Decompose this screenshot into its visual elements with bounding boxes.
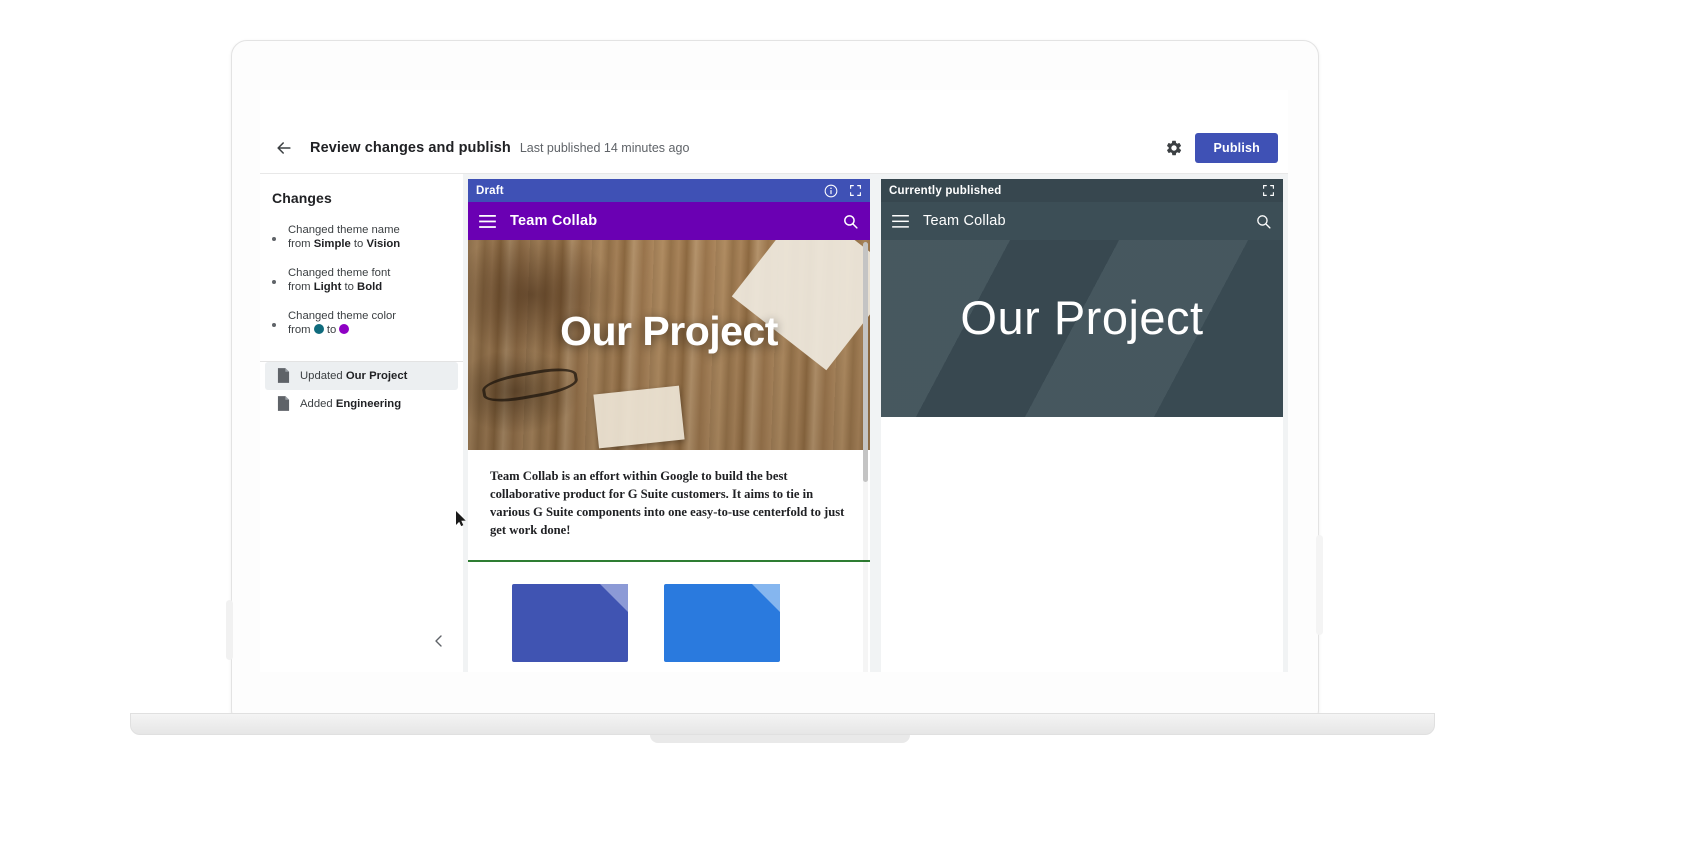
change-from: Simple [313,238,351,251]
corner-fold-icon [600,583,628,612]
draft-hero-image: Our Project [468,240,870,450]
draft-hero-title: Our Project [560,308,778,354]
change-description: Changed theme color from to [288,309,396,338]
published-header-actions [1262,184,1275,197]
doc-card[interactable] [664,583,780,662]
color-swatch-to [339,324,350,335]
change-line2-pre: from [288,324,314,337]
draft-preview-column: Draft Team Collab Our Project Team Colla… [468,179,870,672]
changes-list: Changed theme name from Simple to Vision… [260,210,463,355]
hero-note-decoration [593,385,685,449]
fullscreen-icon[interactable] [849,184,862,197]
page-action: Updated [300,369,346,382]
screenshot-root: Review changes and publish Last publishe… [0,0,1700,847]
change-mid: to [350,238,367,251]
change-from: Light [313,281,342,294]
published-hero-title: Our Project [960,291,1204,344]
page-label: Updated Our Project [300,370,407,382]
laptop-base [130,713,1435,735]
draft-header-actions [824,184,862,198]
published-site-appbar: Team Collab [881,202,1283,240]
page-name: Our Project [345,369,408,382]
change-to: Vision [366,238,401,251]
top-toolbar: Review changes and publish Last publishe… [260,122,1288,174]
last-published-status: Last published 14 minutes ago [519,140,690,155]
info-icon[interactable] [824,184,838,198]
change-item: Changed theme color from to [260,302,463,345]
search-icon[interactable] [842,213,859,230]
change-item: Changed theme name from Simple to Vision [260,216,463,259]
draft-panel-header: Draft [468,179,870,202]
draft-site-name: Team Collab [510,213,598,229]
change-line1: Changed theme font [288,266,391,279]
browser-screen: Review changes and publish Last publishe… [260,90,1288,672]
published-preview-body: Team Collab Our Project [881,202,1283,672]
draft-site-appbar: Team Collab [468,202,870,240]
page-action: Added [300,397,336,410]
published-panel-header: Currently published [881,179,1283,202]
changes-sidebar: Changes Changed theme name from Simple t… [260,174,463,672]
changed-page-engineering[interactable]: Added Engineering [265,390,458,418]
change-description: Changed theme name from Simple to Vision [288,223,400,252]
hamburger-icon[interactable] [892,214,909,228]
change-line2-pre: from [288,281,314,294]
hero-glasses-decoration [480,363,580,407]
laptop-notch [650,735,910,743]
change-line2-pre: from [288,238,314,251]
page-title: Review changes and publish [310,139,511,156]
draft-preview-body: Team Collab Our Project Team Collab is a… [468,202,870,672]
laptop-hinge-left [226,600,233,660]
chevron-left-icon[interactable] [433,634,445,650]
published-site-name: Team Collab [923,213,1006,229]
toolbar-actions: Publish [1163,132,1288,163]
workspace: Changes Changed theme name from Simple t… [260,174,1288,672]
change-line1: Changed theme name [288,224,400,236]
page-label: Added Engineering [300,398,401,410]
page-icon [277,368,290,384]
changed-page-our-project[interactable]: Updated Our Project [265,361,458,390]
draft-body-text: Team Collab is an effort within Google t… [490,469,845,537]
change-description: Changed theme font from Light to Bold [288,266,390,295]
draft-card-row [468,562,870,662]
changes-heading: Changes [272,190,332,206]
published-preview-column: Currently published Team Collab Our Proj… [881,179,1283,672]
doc-card[interactable] [512,583,628,662]
change-to: Bold [357,281,383,294]
change-mid: to [341,281,358,294]
gear-icon[interactable] [1163,137,1185,159]
published-header-label: Currently published [889,184,1002,197]
bullet-icon [272,279,276,284]
laptop-hinge-right [1316,535,1323,635]
hamburger-icon[interactable] [479,214,496,228]
corner-fold-icon [752,583,780,612]
preview-columns: Draft Team Collab Our Project Team Colla… [463,174,1288,672]
change-item: Changed theme font from Light to Bold [260,259,463,302]
publish-button[interactable]: Publish [1195,132,1278,163]
arrow-left-icon[interactable] [272,136,296,160]
page-icon [277,396,290,412]
color-swatch-from [313,324,324,335]
bullet-icon [272,322,276,327]
page-name: Engineering [335,397,402,410]
draft-header-label: Draft [476,184,504,197]
bullet-icon [272,237,276,241]
draft-scrollbar-thumb[interactable] [863,242,868,482]
change-line1: Changed theme color [288,309,397,322]
fullscreen-icon[interactable] [1262,184,1275,197]
published-hero-banner: Our Project [881,240,1283,417]
search-icon[interactable] [1255,213,1272,230]
change-mid: to [323,324,340,337]
